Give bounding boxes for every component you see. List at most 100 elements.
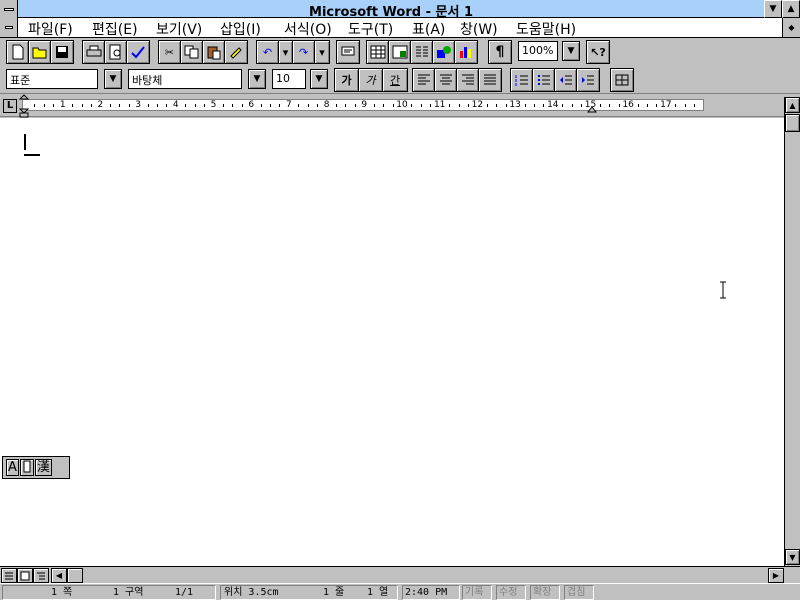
ime-mode-button[interactable]: A (6, 459, 19, 476)
ruler-tick (430, 104, 432, 107)
scroll-right-button[interactable]: ▶ (768, 568, 784, 583)
menu-table[interactable]: 표(A) (412, 19, 445, 39)
status-rec[interactable]: 기록 (462, 585, 492, 600)
ime-palette[interactable]: A 漢 (2, 456, 70, 479)
menu-view[interactable]: 보기(V) (156, 19, 202, 39)
borders-icon[interactable] (611, 69, 633, 91)
decrease-indent-icon[interactable] (555, 69, 577, 91)
maximize-button[interactable]: ▲ (782, 0, 800, 18)
ruler-tick (298, 104, 300, 107)
cut-icon[interactable]: ✂ (159, 41, 181, 63)
save-icon[interactable] (51, 41, 73, 63)
drawing-icon[interactable] (433, 41, 455, 63)
show-marks-icon[interactable]: ¶ (489, 41, 511, 63)
system-menu-button[interactable] (0, 0, 18, 18)
scroll-down-button[interactable]: ▼ (785, 549, 800, 565)
numbered-list-icon[interactable] (511, 69, 533, 91)
clipboard-button-group: ✂ (158, 40, 248, 64)
tab-selector-button[interactable]: L (3, 99, 17, 113)
minimize-button[interactable]: ▼ (764, 0, 782, 18)
undo-dropdown-icon[interactable]: ▾ (279, 41, 293, 63)
undo-icon[interactable]: ↶ (257, 41, 279, 63)
page-layout-view-icon[interactable] (17, 568, 33, 583)
ruler-strip[interactable]: 1 2 3 4 5 6 7 8 9 10 11 12 13 14 15 16 17 (18, 94, 704, 118)
ruler-number: 15 (584, 100, 597, 110)
ruler-tick (185, 104, 187, 107)
autoformat-icon[interactable] (337, 41, 359, 63)
menu-edit[interactable]: 편집(E) (92, 19, 138, 39)
marks-button-group: ¶ (488, 40, 512, 64)
print-preview-icon[interactable] (105, 41, 127, 63)
paste-icon[interactable] (203, 41, 225, 63)
redo-dropdown-icon[interactable]: ▾ (315, 41, 329, 63)
style-dropdown-button[interactable]: ▼ (104, 69, 122, 89)
zoom-dropdown-button[interactable]: ▼ (562, 41, 580, 61)
ruler-number: 12 (471, 100, 484, 110)
ruler-tick (279, 104, 281, 107)
font-dropdown-button[interactable]: ▼ (248, 69, 266, 89)
ruler-tick (524, 104, 526, 107)
font-select[interactable]: 바탕체 (128, 69, 242, 89)
zoom-input[interactable]: 100% (518, 41, 558, 61)
ime-width-button[interactable] (19, 459, 34, 476)
increase-indent-icon[interactable] (577, 69, 599, 91)
font-size-dropdown-button[interactable]: ▼ (310, 69, 328, 89)
open-icon[interactable] (29, 41, 51, 63)
ruler-tick (694, 104, 696, 107)
help-icon[interactable]: ↖? (587, 41, 609, 63)
bulleted-list-icon[interactable] (533, 69, 555, 91)
style-select[interactable]: 표준 (6, 69, 98, 89)
scroll-up-button[interactable]: ▲ (785, 97, 800, 113)
align-right-icon[interactable] (457, 69, 479, 91)
justify-icon[interactable] (479, 69, 501, 91)
ruler-tick (147, 104, 149, 107)
ruler-number: 16 (622, 100, 634, 110)
menu-insert[interactable]: 삽입(I) (220, 19, 261, 39)
ruler[interactable]: L 1 2 3 4 5 6 7 8 9 10 11 12 13 14 15 16 17 (0, 94, 800, 118)
ruler-tick (411, 104, 413, 107)
document-menu-button[interactable] (0, 18, 18, 37)
document-area[interactable]: A 漢 (0, 118, 784, 566)
align-center-icon[interactable] (435, 69, 457, 91)
menu-help[interactable]: 도움말(H) (516, 19, 576, 39)
outline-view-icon[interactable] (33, 568, 49, 583)
ruler-number: 10 (396, 100, 408, 110)
horizontal-scroll-thumb[interactable] (67, 568, 83, 583)
underline-button[interactable]: 간 (383, 69, 407, 91)
chart-icon[interactable] (455, 41, 477, 63)
menu-format[interactable]: 서식(O) (284, 19, 332, 39)
insert-table-icon[interactable] (367, 41, 389, 63)
columns-icon[interactable] (411, 41, 433, 63)
spelling-icon[interactable] (127, 41, 149, 63)
redo-icon[interactable]: ↷ (293, 41, 315, 63)
format-painter-icon[interactable] (225, 41, 247, 63)
normal-view-icon[interactable] (1, 568, 17, 583)
ruler-tick (109, 104, 111, 107)
ruler-tick (543, 104, 545, 107)
align-left-icon[interactable] (413, 69, 435, 91)
bold-button[interactable]: 가 (335, 69, 359, 91)
left-indent-marker[interactable] (18, 94, 30, 118)
insert-excel-icon[interactable] (389, 41, 411, 63)
status-ext[interactable]: 확장 (530, 585, 560, 600)
help-button-group: ↖? (586, 40, 610, 64)
print-icon[interactable] (83, 41, 105, 63)
vertical-scroll-thumb[interactable] (785, 114, 800, 132)
document-restore-button[interactable]: ◆ (782, 18, 800, 37)
new-icon[interactable] (7, 41, 29, 63)
print-button-group (82, 40, 150, 64)
status-ovr[interactable]: 겹침 (564, 585, 594, 600)
scroll-left-button[interactable]: ◀ (51, 568, 67, 583)
menu-tools[interactable]: 도구(T) (348, 19, 393, 39)
file-button-group (6, 40, 74, 64)
copy-icon[interactable] (181, 41, 203, 63)
horizontal-scrollbar[interactable]: ◀ ▶ (0, 566, 800, 583)
formatting-toolbar: 표준 ▼ 바탕체 ▼ 10 ▼ 가 가 간 (0, 66, 800, 94)
menu-window[interactable]: 창(W) (460, 19, 498, 39)
vertical-scrollbar[interactable]: ▲ ▼ (784, 97, 800, 566)
italic-button[interactable]: 가 (359, 69, 383, 91)
menu-file[interactable]: 파일(F) (28, 19, 73, 39)
font-size-select[interactable]: 10 (272, 69, 306, 89)
ime-hanja-button[interactable]: 漢 (34, 459, 52, 476)
status-mrk[interactable]: 수정 (496, 585, 526, 600)
